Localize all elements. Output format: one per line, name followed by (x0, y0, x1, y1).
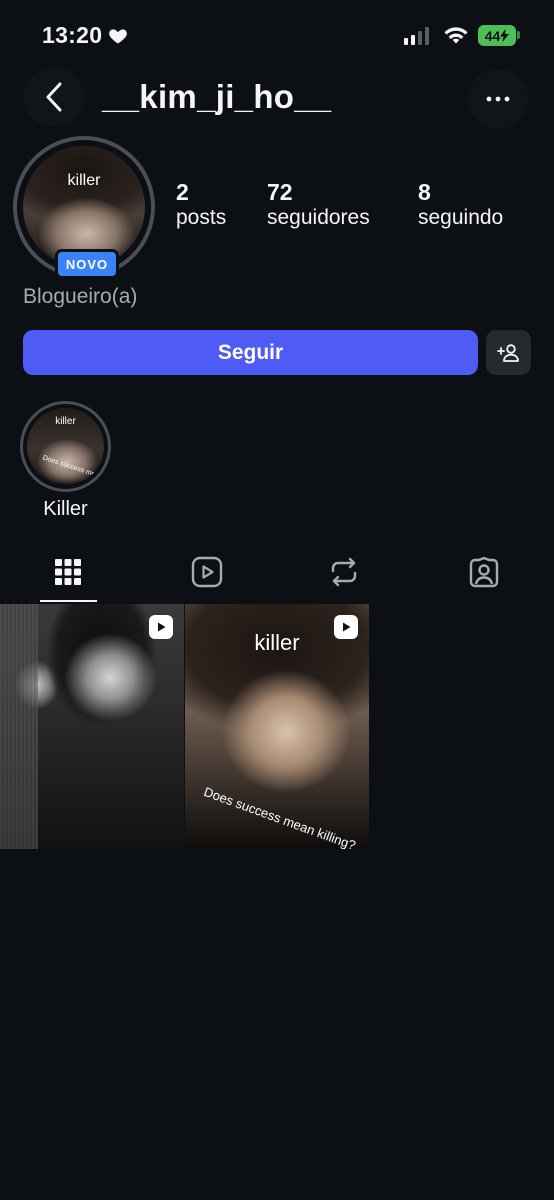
repost-icon (331, 557, 357, 587)
stat-label: seguindo (418, 206, 504, 229)
grid-icon (55, 559, 81, 585)
reel-indicator-icon (149, 615, 173, 639)
tagged-icon (469, 556, 499, 588)
wifi-icon (444, 27, 468, 44)
story-highlight[interactable]: killer Does success mean... (20, 401, 111, 492)
post-overlay-caption: Does success mean killing? (201, 784, 358, 849)
highlight-image-subtext: Does success mean... (41, 454, 104, 483)
clock-label: 13:20 (42, 22, 103, 48)
stat-number: 8 (418, 179, 431, 205)
suggested-users-button[interactable] (486, 330, 531, 375)
battery-cap (517, 31, 520, 39)
stat-followers[interactable]: 72 seguidores (267, 179, 370, 230)
stat-number: 2 (176, 179, 189, 205)
tab-reels[interactable] (187, 552, 227, 592)
more-horizontal-icon (486, 96, 510, 102)
charging-bolt-icon (500, 29, 510, 42)
back-button[interactable] (24, 67, 84, 127)
stat-posts[interactable]: 2 posts (176, 179, 226, 230)
chevron-left-icon (46, 82, 62, 112)
battery-level: 44 (484, 27, 501, 44)
reels-icon (191, 556, 223, 588)
tab-grid[interactable] (48, 552, 88, 592)
stat-label: posts (176, 206, 227, 229)
new-badge: NOVO (55, 249, 119, 279)
follow-button-label: Seguir (217, 340, 284, 364)
profile-username: __kim_ji_ho__ (102, 78, 332, 115)
cellular-signal-icon (404, 27, 429, 45)
profile-category: Blogueiro(a) (23, 285, 138, 308)
add-user-icon (496, 343, 519, 362)
reel-indicator-icon (334, 615, 358, 639)
more-options-button[interactable] (468, 69, 528, 129)
active-tab-indicator (40, 600, 97, 602)
post-thumbnail[interactable] (0, 604, 184, 849)
heart-icon (109, 28, 128, 43)
status-time: 13:20 (42, 22, 128, 49)
stat-following[interactable]: 8 seguindo (418, 179, 503, 230)
stat-number: 72 (267, 179, 293, 205)
highlight-image: killer Does success mean... (27, 408, 104, 485)
stat-label: seguidores (267, 206, 370, 229)
post-thumbnail[interactable]: killer Does success mean killing? (185, 604, 369, 849)
highlight-image-text: killer (55, 416, 76, 427)
follow-button[interactable]: Seguir (23, 330, 478, 375)
avatar-text: killer (67, 172, 101, 189)
tab-tagged[interactable] (464, 552, 504, 592)
battery-indicator: 44 (478, 25, 516, 46)
highlight-label: Killer (43, 498, 88, 520)
tab-reposts[interactable] (324, 552, 364, 592)
